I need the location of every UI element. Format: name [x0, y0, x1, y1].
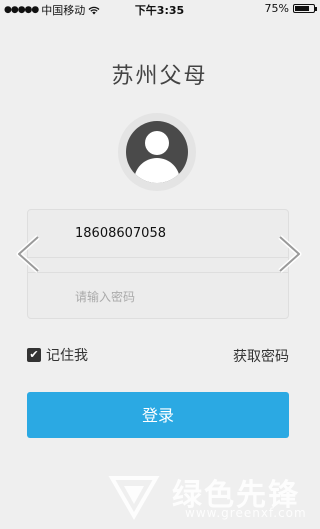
status-bar: ●●●●● 中国移动 下午3:35 75%	[0, 0, 319, 18]
app-title: 苏州父母	[111, 64, 208, 89]
user-avatar-icon	[126, 121, 188, 183]
remember-checkbox[interactable]: ✔	[27, 348, 41, 362]
watermark-logo-icon	[108, 476, 160, 520]
remember-me-option[interactable]: ✔ 记住我	[27, 345, 88, 365]
get-password-link[interactable]: 获取密码	[233, 346, 289, 366]
watermark-url: www.greenxf.com	[185, 506, 307, 520]
phone-input[interactable]	[28, 210, 288, 258]
battery-icon	[293, 4, 317, 13]
remember-label: 记住我	[46, 348, 88, 364]
login-button[interactable]: 登录	[27, 392, 289, 438]
chevron-right-icon[interactable]	[276, 234, 304, 274]
avatar	[118, 113, 196, 191]
battery-percent: 75%	[264, 2, 289, 15]
login-form	[27, 209, 289, 320]
password-input[interactable]	[28, 272, 288, 320]
chevron-left-icon[interactable]	[14, 234, 42, 274]
